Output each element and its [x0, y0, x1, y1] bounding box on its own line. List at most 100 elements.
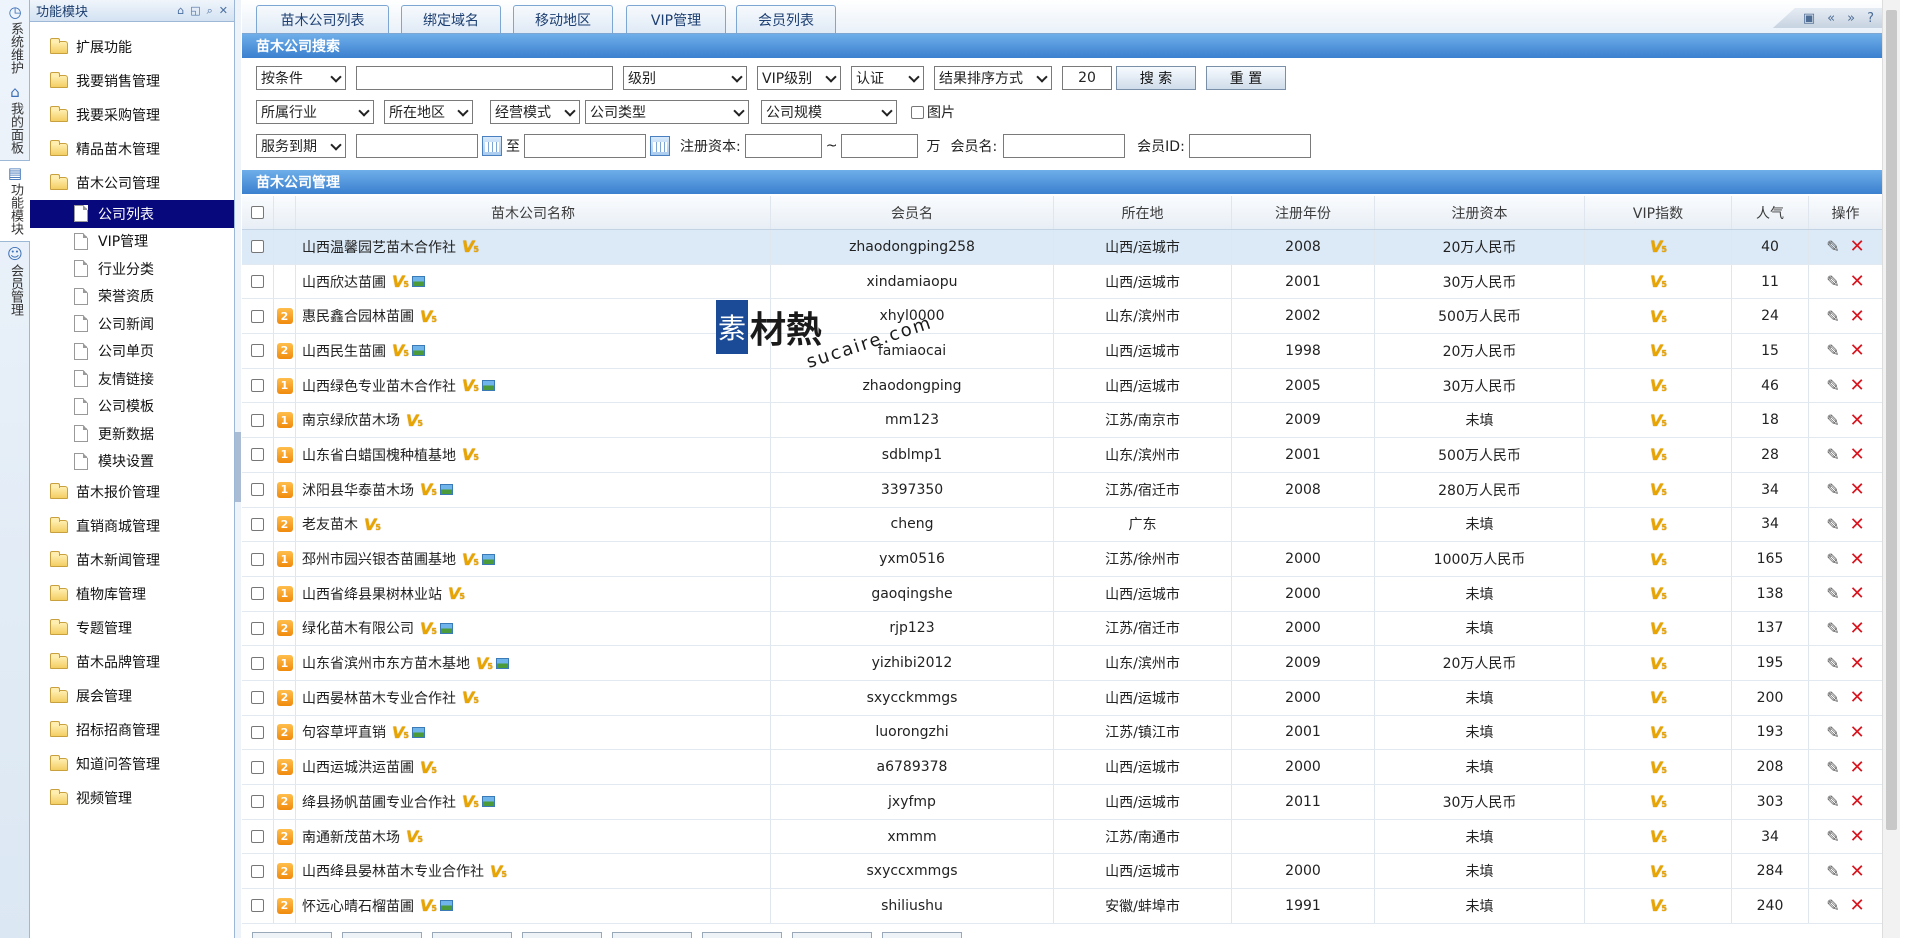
tree-folder-item[interactable]: 我要采购管理 [30, 98, 234, 132]
table-row[interactable]: 2 山西绛县晏林苗木专业合作社 V5 sxyccxmmgs 山西/运城市 2000 未填 V5… [242, 854, 1882, 890]
column-header[interactable]: 会员名 [771, 196, 1054, 229]
company-name-link[interactable]: 惠民鑫合园林苗圃 [302, 306, 414, 326]
company-name-link[interactable]: 绛县扬帆苗圃专业合作社 [302, 792, 456, 812]
delete-icon[interactable]: ✕ [1850, 549, 1865, 570]
tree-folder-item[interactable]: 植物库管理 [30, 577, 234, 611]
edit-icon[interactable]: ✎ [1826, 584, 1839, 603]
tree-folder-item[interactable]: 展会管理 [30, 679, 234, 713]
table-row[interactable]: 2 句容草坪直销 V5 luorongzhi 江苏/镇江市 2001 未填 V5 193 ✎ ✕ [242, 715, 1882, 751]
tree-folder-item[interactable]: 视频管理 [30, 781, 234, 815]
company-type-select[interactable]: 公司类型 [585, 100, 749, 124]
company-name-link[interactable]: 句容草坪直销 [302, 722, 386, 742]
condition-select[interactable]: 按条件 [256, 66, 346, 90]
edit-icon[interactable]: ✎ [1826, 723, 1839, 742]
tree-folder-item[interactable]: 扩展功能 [30, 30, 234, 64]
tree-leaf-item[interactable]: 友情链接 [30, 365, 234, 393]
tree-folder-item[interactable]: 直销商城管理 [30, 509, 234, 543]
window-icon[interactable]: ▣ [1803, 11, 1815, 26]
mode-select[interactable]: 经营模式 [490, 100, 580, 124]
edit-icon[interactable]: ✎ [1826, 550, 1839, 569]
splitter-grip[interactable] [235, 432, 241, 502]
tree-leaf-item[interactable]: 公司模板 [30, 393, 234, 421]
tree-leaf-item[interactable]: 行业分类 [30, 255, 234, 283]
capital-min-input[interactable] [744, 134, 822, 158]
column-header[interactable]: 苗木公司名称 [296, 196, 771, 229]
column-header[interactable]: VIP指数 [1585, 196, 1732, 229]
bottom-button[interactable] [882, 932, 962, 938]
delete-icon[interactable]: ✕ [1850, 895, 1865, 916]
edit-icon[interactable]: ✎ [1826, 237, 1839, 256]
edit-icon[interactable]: ✎ [1826, 515, 1839, 534]
table-row[interactable]: 2 怀远心晴石榴苗圃 V5 shiliushu 安徽/蚌埠市 1991 未填 V5 240 ✎ ✕ [242, 889, 1882, 924]
edit-icon[interactable]: ✎ [1826, 654, 1839, 673]
tree-leaf-item[interactable]: 公司列表 [30, 200, 234, 228]
company-name-link[interactable]: 山西晏林苗木专业合作社 [302, 688, 456, 708]
tree-folder-item[interactable]: 苗木新闻管理 [30, 543, 234, 577]
forward-icon[interactable]: » [1847, 11, 1855, 26]
table-row[interactable]: 1 山西绿色专业苗木合作社 V5 zhaodongping 山西/运城市 2005 30万人… [242, 368, 1882, 404]
page-size-input[interactable]: 20 [1062, 66, 1112, 90]
company-name-link[interactable]: 山西运城洪运苗圃 [302, 757, 414, 777]
tab-company-list[interactable]: 苗木公司列表 [256, 5, 389, 33]
company-name-link[interactable]: 山西温馨园艺苗木合作社 [302, 237, 456, 257]
member-name-input[interactable] [1003, 134, 1126, 158]
table-row[interactable]: 2 老友苗木 V5 cheng 广东 未填 V5 34 ✎ ✕ [242, 507, 1882, 543]
table-row[interactable]: 2 绿化苗木有限公司 V5 rjp123 江苏/宿迁市 2000 未填 V5 137 ✎ ✕ [242, 611, 1882, 647]
tree-leaf-item[interactable]: 公司新闻 [30, 310, 234, 338]
company-name-link[interactable]: 南京绿欣苗木场 [302, 410, 400, 430]
tree-folder-item[interactable]: 苗木品牌管理 [30, 645, 234, 679]
tree-leaf-item[interactable]: 公司单页 [30, 338, 234, 366]
date-to-input[interactable] [524, 134, 646, 158]
delete-icon[interactable]: ✕ [1850, 375, 1865, 396]
table-row[interactable]: 1 沭阳县华泰苗木场 V5 3397350 江苏/宿迁市 2008 280万人民币 V5 34 ✎… [242, 472, 1882, 508]
service-due-select[interactable]: 服务到期 [256, 134, 346, 158]
vip-level-select[interactable]: VIP级别 [757, 66, 841, 90]
table-row[interactable]: 1 南京绿欣苗木场 V5 mm123 江苏/南京市 2009 未填 V5 18 ✎ ✕ [242, 403, 1882, 439]
search-icon[interactable]: ⌕ [207, 4, 213, 18]
row-checkbox[interactable] [251, 725, 264, 739]
edit-icon[interactable]: ✎ [1826, 445, 1839, 464]
row-checkbox[interactable] [251, 899, 264, 913]
back-icon[interactable]: « [1827, 11, 1835, 26]
vertical-scrollbar[interactable] [1882, 0, 1900, 938]
row-checkbox[interactable] [251, 864, 264, 878]
table-row[interactable]: 山西温馨园艺苗木合作社 V5 zhaodongping258 山西/运城市 2008 20… [242, 230, 1882, 265]
table-row[interactable]: 1 山西省绛县果树林业站 V5 gaoqingshe 山西/运城市 2000 未填 V5 138… [242, 576, 1882, 612]
delete-icon[interactable]: ✕ [1850, 791, 1865, 812]
row-checkbox[interactable] [251, 344, 264, 358]
company-name-link[interactable]: 山西民生苗圃 [302, 341, 386, 361]
tab-vip-manage[interactable]: VIP管理 [626, 5, 726, 33]
delete-icon[interactable]: ✕ [1850, 306, 1865, 327]
select-all-checkbox[interactable] [251, 206, 264, 219]
bottom-button[interactable] [612, 932, 692, 938]
row-checkbox[interactable] [251, 275, 264, 289]
company-name-link[interactable]: 山东省滨州市东方苗木基地 [302, 653, 470, 673]
date-from-input[interactable] [356, 134, 478, 158]
edit-icon[interactable]: ✎ [1826, 896, 1839, 915]
table-row[interactable]: 1 山东省滨州市东方苗木基地 V5 yizhibi2012 山东/滨州市 2009 20万人… [242, 646, 1882, 681]
tree-leaf-item[interactable]: VIP管理 [30, 228, 234, 256]
tree-leaf-item[interactable]: 荣誉资质 [30, 283, 234, 311]
delete-icon[interactable]: ✕ [1850, 618, 1865, 639]
delete-icon[interactable]: ✕ [1850, 687, 1865, 708]
edit-icon[interactable]: ✎ [1826, 792, 1839, 811]
row-checkbox[interactable] [251, 309, 264, 323]
table-row[interactable]: 2 南通新茂苗木场 V5 xmmm 江苏/南通市 未填 V5 34 ✎ ✕ [242, 819, 1882, 855]
edit-icon[interactable]: ✎ [1826, 307, 1839, 326]
tree-folder-item[interactable]: 苗木公司管理 [30, 166, 234, 200]
edit-icon[interactable]: ✎ [1826, 862, 1839, 881]
level-select[interactable]: 级别 [623, 66, 747, 90]
calendar-icon[interactable] [650, 136, 670, 156]
member-id-input[interactable] [1188, 134, 1311, 158]
table-row[interactable]: 2 山西运城洪运苗圃 V5 a6789378 山西/运城市 2000 未填 V5 208 ✎ ✕ [242, 750, 1882, 785]
delete-icon[interactable]: ✕ [1850, 514, 1865, 535]
tree-leaf-item[interactable]: 更新数据 [30, 420, 234, 448]
company-name-link[interactable]: 山西省绛县果树林业站 [302, 584, 442, 604]
table-row[interactable]: 2 惠民鑫合园林苗圃 V5 xhyl0000 山东/滨州市 2002 500万人民币 V5 24… [242, 299, 1882, 335]
company-name-link[interactable]: 绿化苗木有限公司 [302, 618, 414, 638]
company-name-link[interactable]: 沭阳县华泰苗木场 [302, 480, 414, 500]
panel-splitter[interactable] [235, 0, 241, 938]
company-name-link[interactable]: 老友苗木 [302, 514, 358, 534]
column-header[interactable]: 人气 [1732, 196, 1809, 229]
row-checkbox[interactable] [251, 413, 264, 427]
